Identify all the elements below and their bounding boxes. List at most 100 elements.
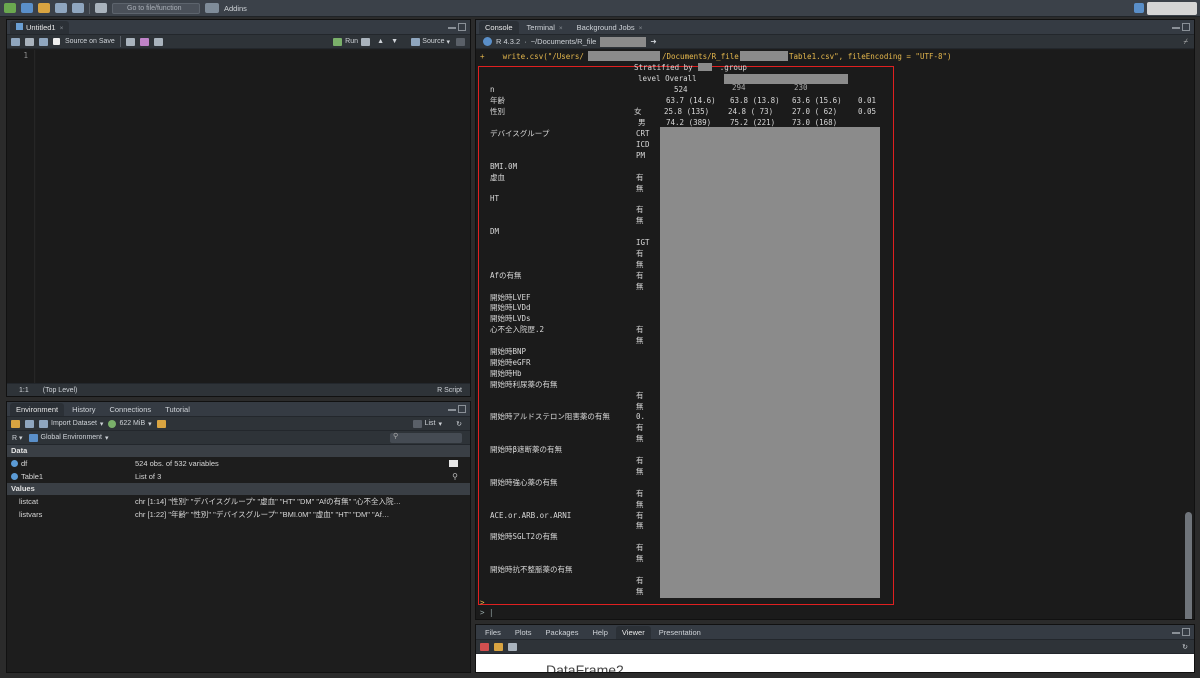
cell-group2: 230: [794, 83, 808, 92]
grid-view-icon[interactable]: [449, 460, 458, 467]
env-row-table1[interactable]: Table1 List of 3 ⚲: [7, 470, 470, 483]
save-all-icon[interactable]: [72, 3, 84, 13]
scope-dropdown[interactable]: Global Environment ▾: [28, 433, 109, 442]
close-icon[interactable]: ×: [559, 25, 563, 32]
tab-presentation[interactable]: Presentation: [653, 626, 707, 639]
tab-terminal[interactable]: Terminal ×: [521, 21, 569, 34]
command-suffix: Table1.csv", fileEncoding = "UTF-8"): [789, 52, 952, 61]
export-icon[interactable]: [480, 642, 489, 651]
tab-files[interactable]: Files: [479, 626, 507, 639]
down-arrow-icon[interactable]: ▼: [391, 38, 398, 45]
viewer-toolbar: ↻: [476, 640, 1194, 654]
console-scrollbar[interactable]: [1185, 512, 1192, 619]
window-controls[interactable]: [1172, 23, 1190, 31]
tab-untitled1[interactable]: Untitled1 ×: [10, 21, 70, 34]
go-to-file-input[interactable]: Go to file/function: [112, 2, 200, 14]
console-prompt[interactable]: > |: [480, 608, 494, 617]
refresh-icon[interactable]: ↻: [456, 420, 462, 428]
row-label: ACE.or.ARB.or.ARNI: [490, 510, 572, 520]
tab-viewer[interactable]: Viewer: [615, 626, 651, 639]
tab-console[interactable]: Console: [479, 21, 519, 34]
show-in-window-icon[interactable]: [25, 37, 34, 46]
row-label: BMI.0M: [490, 161, 518, 171]
project-menu-redacted[interactable]: [1147, 2, 1197, 15]
maximize-icon[interactable]: [1182, 23, 1190, 31]
tab-plots[interactable]: Plots: [509, 626, 538, 639]
memory-pie-icon: [108, 419, 117, 428]
tab-tutorial[interactable]: Tutorial: [159, 403, 196, 416]
env-row-listcat[interactable]: listcat chr [1:14] "性別" "デバイスグループ" "虚血" …: [7, 495, 470, 508]
source-button[interactable]: Source ▾: [411, 37, 450, 46]
tab-connections[interactable]: Connections: [103, 403, 157, 416]
outline-icon[interactable]: [456, 37, 465, 46]
memory-usage-button[interactable]: 622 MiB ▾: [108, 419, 152, 428]
run-button[interactable]: Run: [333, 37, 358, 46]
window-controls[interactable]: [1172, 628, 1190, 636]
memory-usage-label: 622 MiB: [119, 420, 146, 427]
redaction-box: [588, 51, 660, 61]
print-icon[interactable]: [95, 3, 107, 13]
open-file-icon[interactable]: [38, 3, 50, 13]
view-mode-dropdown[interactable]: List ▾: [412, 419, 442, 428]
tab-packages[interactable]: Packages: [540, 626, 585, 639]
maximize-icon[interactable]: [1182, 628, 1190, 636]
minimize-icon[interactable]: [448, 405, 456, 411]
close-icon[interactable]: ×: [60, 25, 64, 32]
broom-icon[interactable]: [494, 642, 503, 651]
broom-icon[interactable]: [156, 419, 166, 428]
new-file-icon[interactable]: [4, 3, 16, 13]
object-name: listvars: [19, 510, 43, 519]
tab-history[interactable]: History: [66, 403, 101, 416]
save-icon[interactable]: [39, 37, 48, 46]
rerun-icon[interactable]: [361, 37, 370, 46]
import-dataset-button[interactable]: Import Dataset ▾: [39, 419, 103, 428]
env-row-df[interactable]: df 524 obs. of 532 variables: [7, 457, 470, 470]
minimize-icon[interactable]: [1172, 628, 1180, 634]
minimize-icon[interactable]: [1172, 23, 1180, 29]
show-in-window-icon[interactable]: [508, 642, 517, 651]
magnify-icon[interactable]: ⚲: [452, 472, 458, 481]
window-controls[interactable]: [448, 405, 466, 413]
console-output[interactable]: + write.csv("/Users/ /Documents/R_file T…: [476, 50, 1194, 619]
save-icon[interactable]: [25, 419, 34, 428]
maximize-icon[interactable]: [458, 405, 466, 413]
tab-environment[interactable]: Environment: [10, 403, 65, 416]
code-tools-icon[interactable]: [139, 37, 149, 46]
new-project-icon[interactable]: [21, 3, 33, 13]
scope-indicator[interactable]: (Top Level): [43, 387, 78, 394]
window-controls[interactable]: [448, 23, 466, 31]
go-to-directory-icon[interactable]: ➜: [650, 37, 656, 46]
code-editor-area[interactable]: [36, 50, 470, 383]
env-search-input[interactable]: ⚲: [390, 433, 462, 443]
expand-icon[interactable]: [11, 460, 18, 467]
row-label: 開始時LVEF: [490, 292, 531, 302]
row-level: 有: [636, 510, 644, 520]
toolbar-divider: [119, 36, 121, 47]
language-dropdown[interactable]: R ▾: [12, 434, 23, 442]
expand-icon[interactable]: [11, 473, 18, 480]
tab-help[interactable]: Help: [586, 626, 613, 639]
compile-report-icon[interactable]: [153, 37, 163, 46]
env-row-listvars[interactable]: listvars chr [1:22] "年齢" "性別" "デバイスグループ"…: [7, 508, 470, 521]
project-icon[interactable]: [1134, 3, 1144, 13]
working-directory[interactable]: ~/Documents/R_file: [531, 37, 597, 46]
object-name: listcat: [19, 497, 39, 506]
save-icon[interactable]: [55, 3, 67, 13]
redaction-box: [660, 127, 880, 598]
pane-layout-icon[interactable]: [205, 3, 219, 13]
open-icon[interactable]: [11, 419, 20, 428]
file-type-indicator[interactable]: R Script: [437, 387, 462, 394]
broom-icon[interactable]: ⌿: [1184, 37, 1189, 47]
up-arrow-icon[interactable]: ▲: [377, 38, 384, 45]
maximize-icon[interactable]: [458, 23, 466, 31]
minimize-icon[interactable]: [448, 23, 456, 29]
files-tabbar: Files Plots Packages Help Viewer Present…: [476, 625, 1194, 640]
source-on-save-checkbox[interactable]: [53, 38, 60, 45]
tab-background-jobs[interactable]: Background Jobs ×: [571, 21, 649, 34]
search-icon[interactable]: [125, 37, 135, 46]
addins-menu[interactable]: Addins: [224, 4, 247, 13]
refresh-icon[interactable]: ↻: [1182, 643, 1188, 651]
back-arrow-icon[interactable]: [11, 37, 20, 46]
environment-icon: [28, 433, 38, 442]
close-icon[interactable]: ×: [639, 25, 643, 32]
